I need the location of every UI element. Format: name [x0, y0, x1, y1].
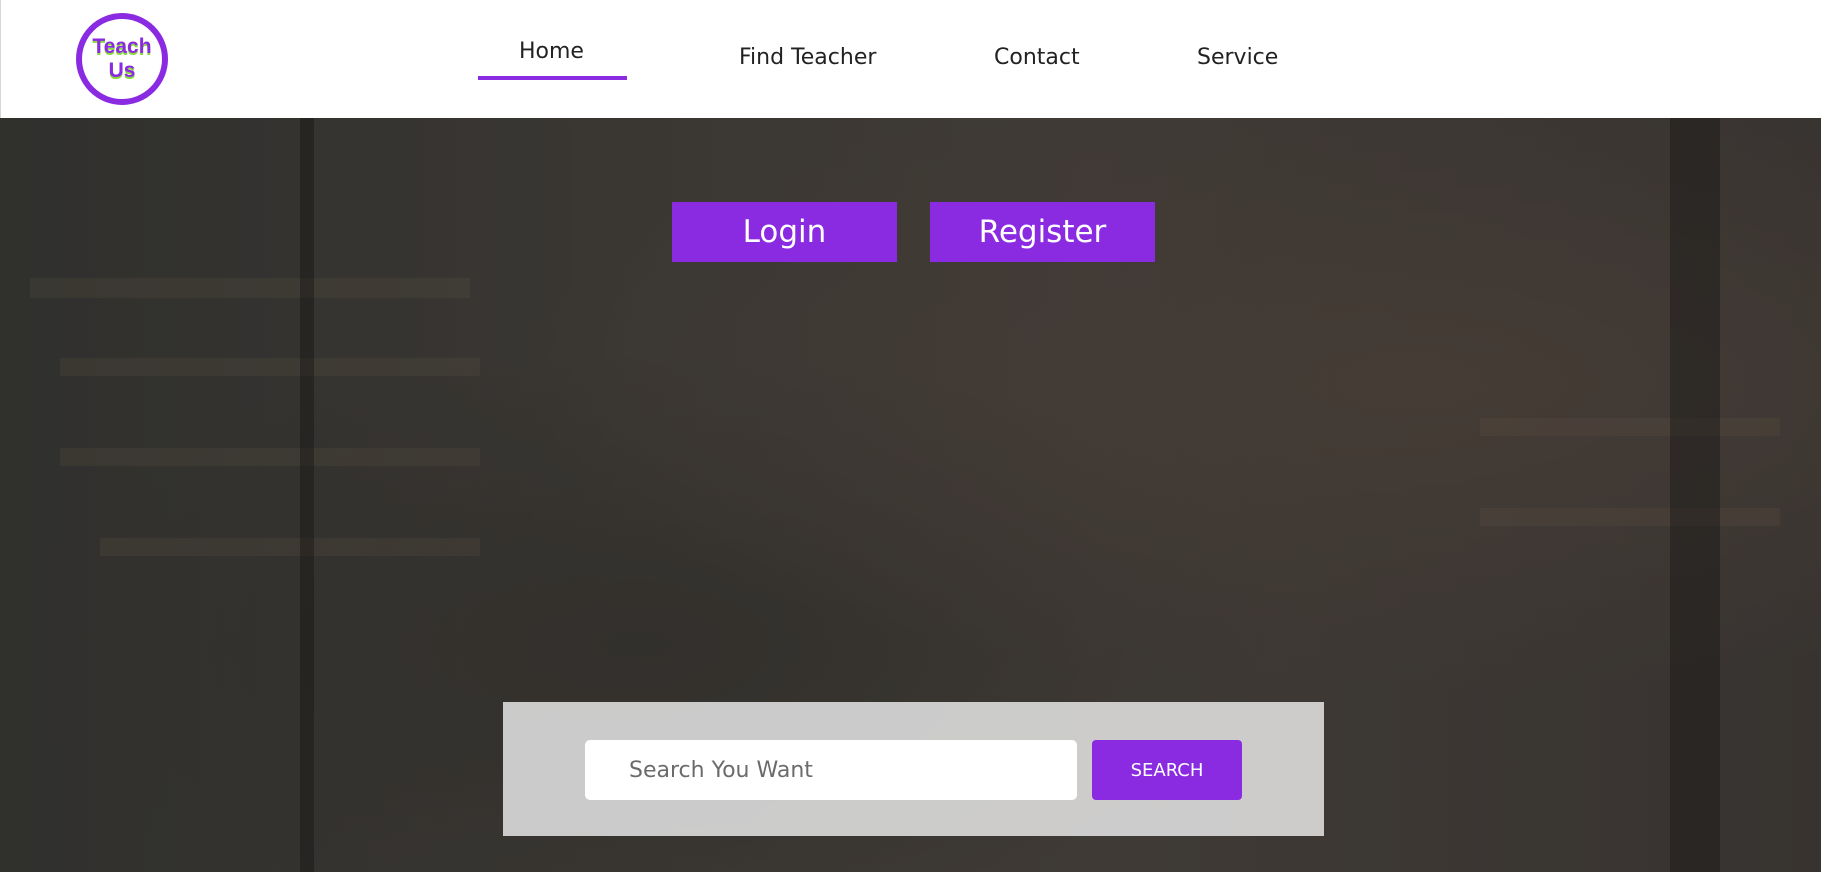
teach-us-logo[interactable]: Teach Us: [76, 13, 168, 105]
top-navbar: Teach Us Home Find Teacher Contact Servi…: [0, 0, 1821, 118]
login-button[interactable]: Login: [672, 202, 897, 262]
active-nav-indicator: [478, 76, 627, 80]
nav-home-link[interactable]: Home: [519, 39, 584, 64]
nav-service-link[interactable]: Service: [1197, 45, 1278, 70]
register-button[interactable]: Register: [930, 202, 1155, 262]
nav-find-teacher-link[interactable]: Find Teacher: [739, 45, 876, 70]
search-button[interactable]: SEARCH: [1092, 740, 1242, 800]
hero-section: Login Register SEARCH: [0, 118, 1821, 872]
search-input[interactable]: [585, 740, 1077, 800]
search-panel: SEARCH: [503, 702, 1324, 836]
logo-line-1: Teach: [92, 35, 152, 58]
logo-line-2: Us: [108, 59, 136, 82]
nav-contact-link[interactable]: Contact: [994, 45, 1080, 70]
